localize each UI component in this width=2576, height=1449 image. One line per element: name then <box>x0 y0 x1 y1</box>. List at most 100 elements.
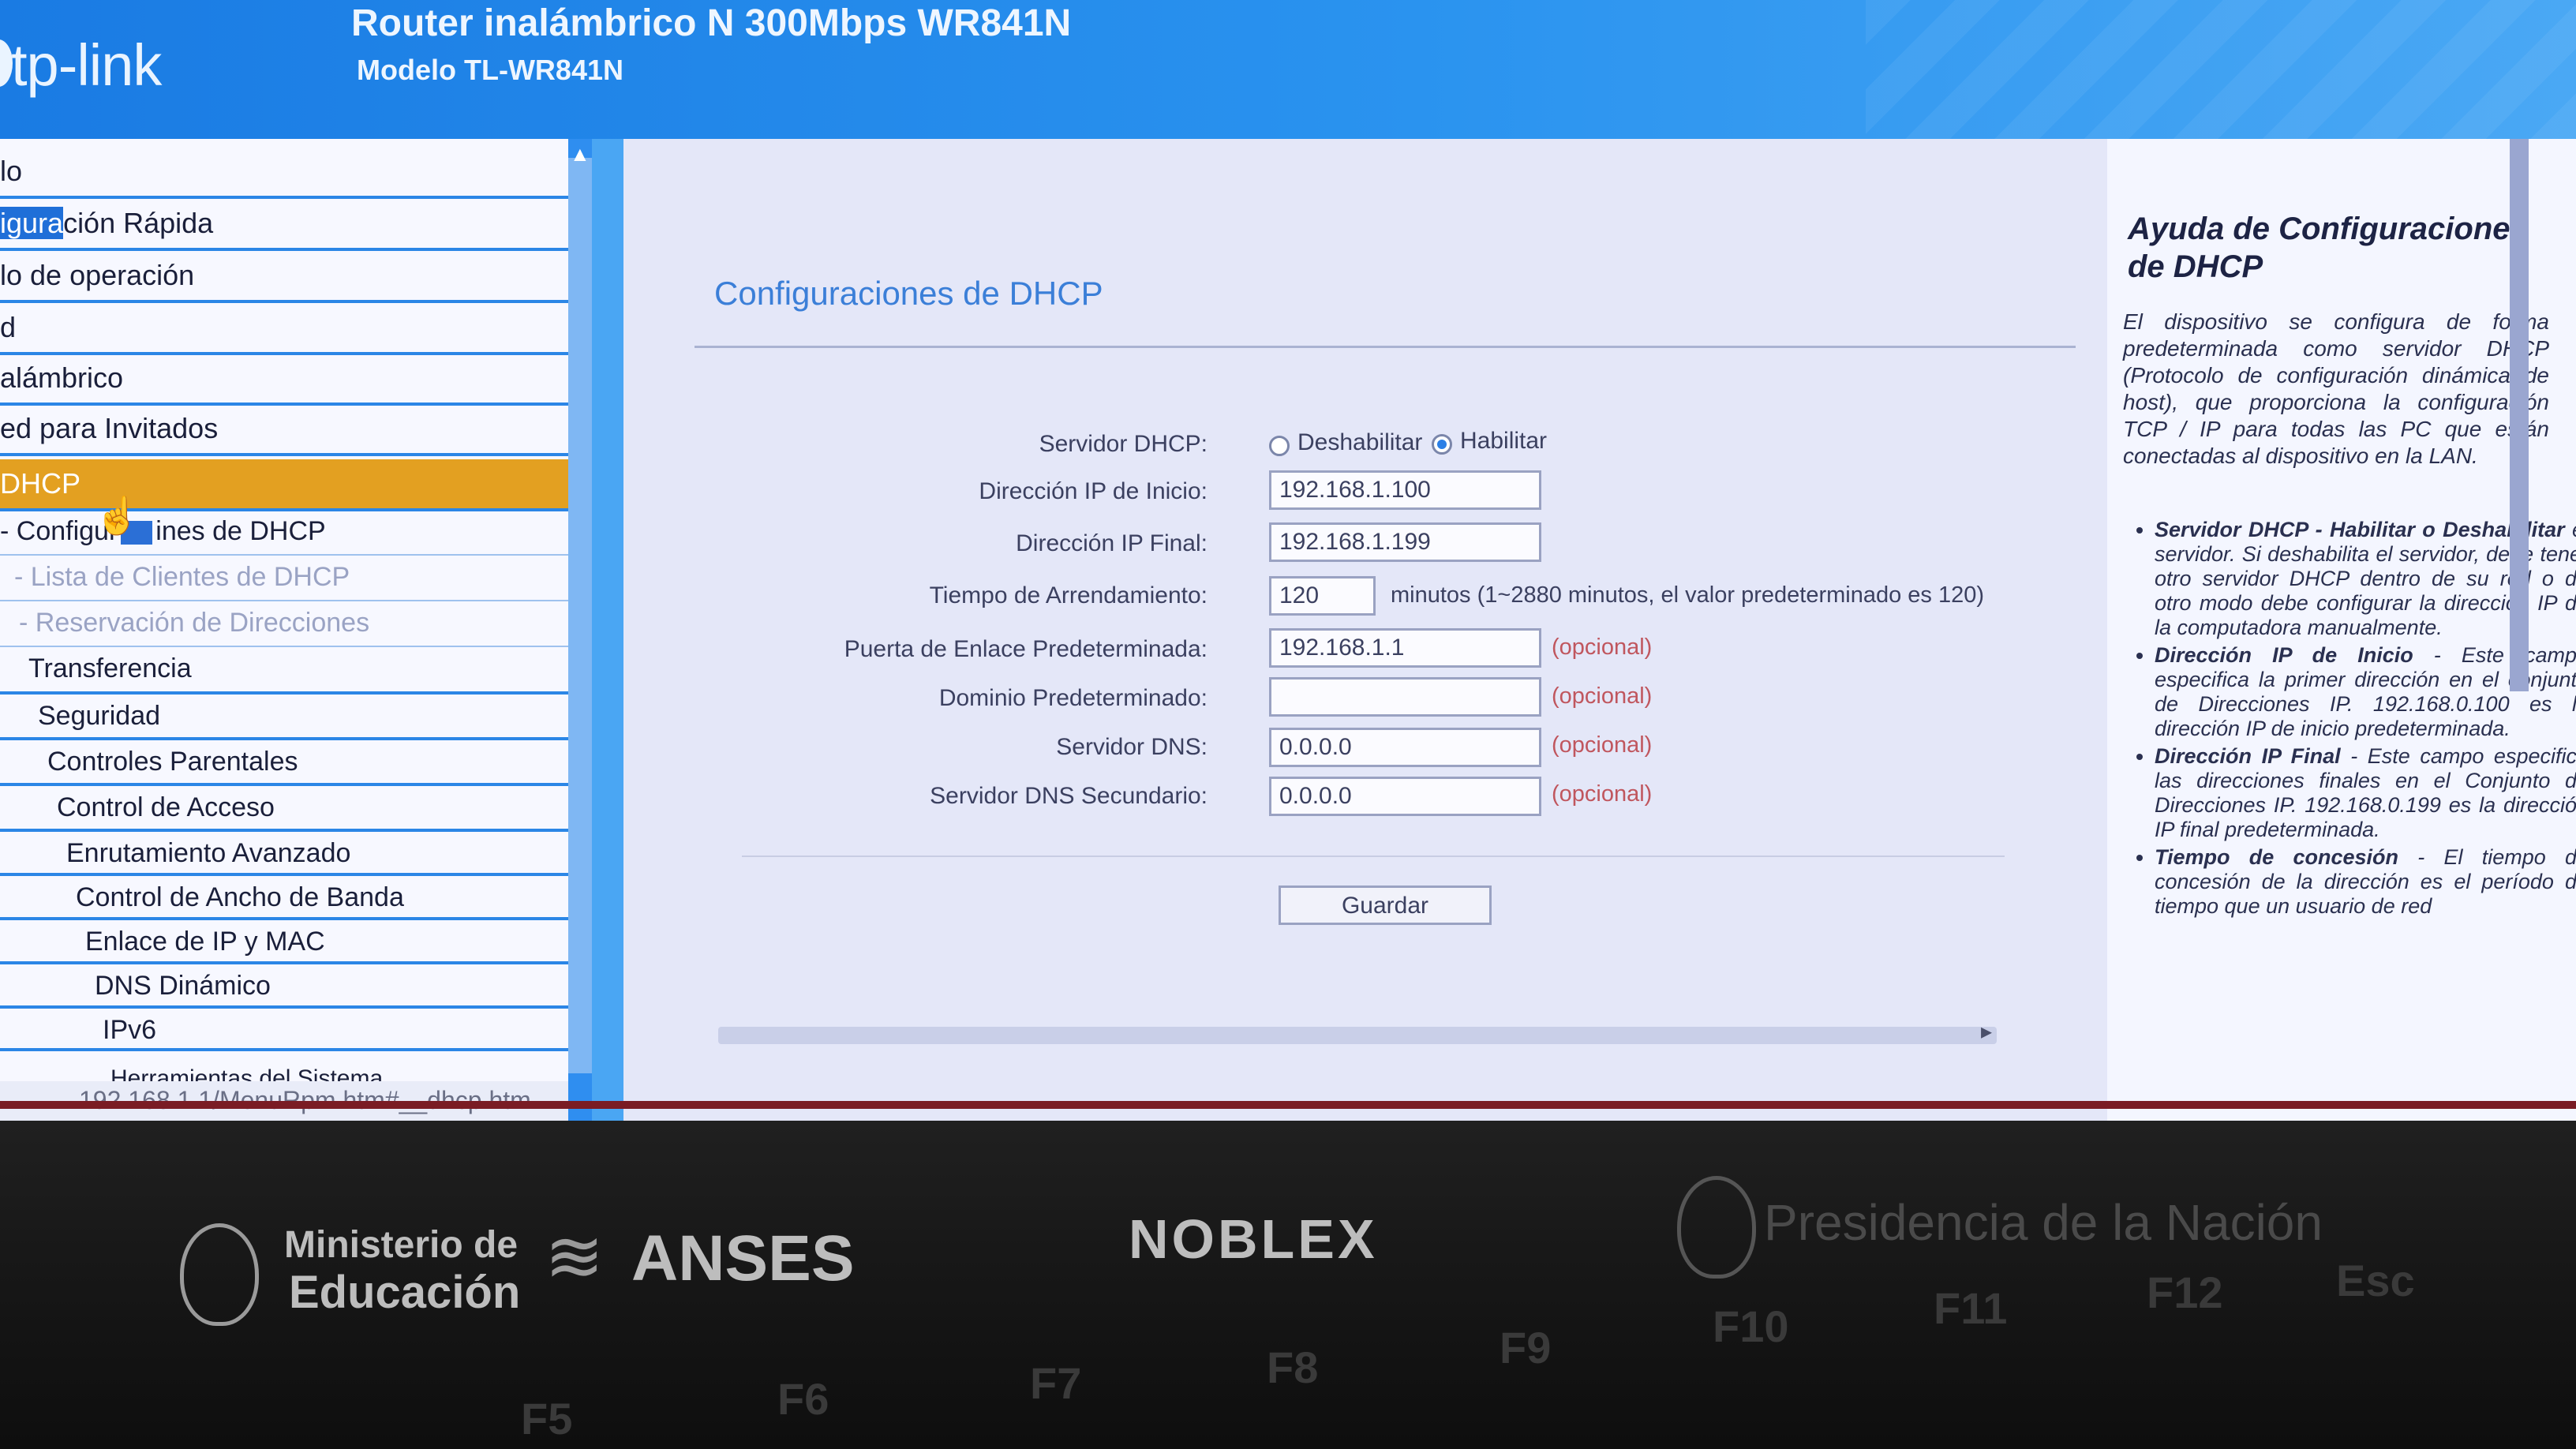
product-title: Router inalámbrico N 300Mbps WR841N <box>351 2 1072 44</box>
sidebar-item-label: iguración Rápida <box>0 207 213 240</box>
dns-optional-note: (opcional) <box>1552 732 1653 758</box>
help-term: Dirección IP Final <box>2155 744 2341 768</box>
anses-logo-text: ANSES <box>631 1222 855 1294</box>
sidebar-item-estado[interactable]: lo <box>0 147 568 199</box>
sidebar-item-control-acceso[interactable]: Control de Acceso <box>0 786 568 832</box>
lease-time-input[interactable] <box>1269 576 1376 616</box>
help-list-item: Dirección IP Final - Este campo especifi… <box>2155 744 2576 842</box>
sidebar-item-label: Controles Parentales <box>47 747 298 777</box>
save-button[interactable]: Guardar <box>1279 886 1492 925</box>
sidebar-item-label-end: ines de DHCP <box>155 516 326 546</box>
dns-secondary-optional-note: (opcional) <box>1552 781 1653 807</box>
sidebar-item-label: alámbrico <box>0 361 124 394</box>
domain-optional-note: (opcional) <box>1552 683 1653 709</box>
mouse-cursor-icon: ☝ <box>95 495 140 536</box>
tp-link-logo: tp-link <box>11 32 162 98</box>
sidebar-item-label-rest: ción Rápida <box>63 207 214 239</box>
sidebar-item-ancho-banda[interactable]: Control de Ancho de Banda <box>0 876 568 920</box>
scroll-right-arrow-icon[interactable]: ▸ <box>1981 1018 1992 1044</box>
ministerio-line1: Ministerio de <box>284 1224 519 1266</box>
start-ip-label: Dirección IP de Inicio: <box>979 478 1208 504</box>
start-ip-input[interactable] <box>1269 470 1541 510</box>
dhcp-enable-label: Habilitar <box>1460 428 1548 454</box>
sidebar-item-label: - Lista de Clientes de DHCP <box>14 562 350 592</box>
key-f12[interactable]: F12 <box>2147 1267 2223 1318</box>
sidebar-item-enlace-ip-mac[interactable]: Enlace de IP y MAC <box>0 920 568 964</box>
sidebar-subitem-lista-clientes[interactable]: - Lista de Clientes de DHCP <box>0 556 568 601</box>
sidebar-item-controles-parentales[interactable]: Controles Parentales <box>0 740 568 786</box>
sidebar-item-label: DHCP <box>0 467 81 500</box>
dhcp-server-label: Servidor DHCP: <box>1039 431 1208 457</box>
help-scrollbar[interactable] <box>2510 139 2529 691</box>
sidebar-item-configuracion-rapida[interactable]: iguración Rápida <box>0 199 568 251</box>
sidebar-subitem-reservacion[interactable]: - Reservación de Direcciones <box>0 601 568 647</box>
sidebar-item-label: DNS Dinámico <box>95 971 271 1001</box>
dns-secondary-label: Servidor DNS Secundario: <box>930 783 1208 809</box>
sidebar-subitem-configuraciones-dhcp[interactable]: - Configur ines de DHCP <box>0 510 568 556</box>
sidebar-item-transferencia[interactable]: Transferencia <box>0 647 568 695</box>
help-list-item: Tiempo de concesión - El tiempo de conce… <box>2155 845 2576 919</box>
key-f7[interactable]: F7 <box>1030 1357 1081 1409</box>
scroll-up-arrow-icon[interactable]: ▲ <box>570 142 590 167</box>
lease-time-label: Tiempo de Arrendamiento: <box>929 582 1208 608</box>
presidencia-seal-icon <box>1677 1176 1756 1279</box>
dhcp-disable-radio[interactable] <box>1269 436 1290 456</box>
sidebar-item-red[interactable]: d <box>0 303 568 355</box>
sidebar-item-label: lo de operación <box>0 259 195 291</box>
sidebar-item-label: Seguridad <box>38 701 161 731</box>
sidebar-item-inalambrico[interactable]: alámbrico <box>0 354 568 406</box>
help-term: Tiempo de concesión <box>2155 845 2399 869</box>
help-term: Servidor DHCP - Habilitar o Deshabilitar <box>2155 518 2565 541</box>
domain-label: Dominio Predeterminado: <box>938 685 1208 711</box>
gateway-optional-note: (opcional) <box>1552 635 1653 660</box>
sidebar-item-label: Enrutamiento Avanzado <box>66 838 351 868</box>
frame-divider <box>592 139 623 1121</box>
domain-input[interactable] <box>1269 677 1541 717</box>
key-f9[interactable]: F9 <box>1500 1322 1551 1373</box>
sidebar-item-dhcp[interactable]: DHCP <box>0 459 568 511</box>
sidebar-item-enrutamiento-avanzado[interactable]: Enrutamiento Avanzado <box>0 832 568 876</box>
dns-label: Servidor DNS: <box>1056 734 1208 760</box>
laptop-bezel: Ministerio de Educación ≋ ANSES NOBLEX P… <box>0 1121 2576 1449</box>
sidebar-item-label: ed para Invitados <box>0 412 219 444</box>
noblex-logo: NOBLEX <box>1129 1208 1378 1270</box>
end-ip-label: Dirección IP Final: <box>1016 530 1208 556</box>
presidencia-text: Presidencia de la Nación <box>1764 1194 2323 1251</box>
sidebar-item-label: - Configur ines de DHCP <box>0 516 326 547</box>
help-term: Dirección IP de Inicio <box>2155 643 2413 667</box>
sidebar-item-label: lo <box>0 155 23 187</box>
key-f11[interactable]: F11 <box>1934 1282 2007 1334</box>
sidebar-item-red-invitados[interactable]: ed para Invitados <box>0 404 568 456</box>
help-title: Ayuda de Configuraciones de DHCP <box>2128 212 2528 284</box>
main-content: Configuraciones de DHCP Servidor DHCP: D… <box>623 139 2107 1121</box>
key-f10[interactable]: F10 <box>1713 1301 1789 1352</box>
sidebar-item-label: Transferencia <box>28 653 192 683</box>
argentina-seal-icon <box>180 1223 259 1326</box>
horizontal-scrollbar[interactable] <box>718 1027 1997 1044</box>
help-list: Servidor DHCP - Habilitar o Deshabilitar… <box>2115 518 2576 922</box>
router-admin-screen: tp-link Router inalámbrico N 300Mbps WR8… <box>0 0 2576 1121</box>
gateway-input[interactable] <box>1269 628 1541 668</box>
sidebar-item-dns-dinamico[interactable]: DNS Dinámico <box>0 964 568 1009</box>
sidebar-item-label: d <box>0 311 17 343</box>
header-banner: tp-link Router inalámbrico N 300Mbps WR8… <box>0 0 2576 139</box>
key-esc[interactable]: Esc <box>2336 1255 2415 1306</box>
key-f8[interactable]: F8 <box>1267 1342 1318 1393</box>
sidebar-item-label: Control de Ancho de Banda <box>76 882 404 912</box>
key-f6[interactable]: F6 <box>777 1373 829 1425</box>
sidebar-item-modo-de-operacion[interactable]: lo de operación <box>0 251 568 303</box>
dhcp-enable-radio[interactable] <box>1432 434 1452 455</box>
dns-input[interactable] <box>1269 728 1541 767</box>
end-ip-input[interactable] <box>1269 522 1541 562</box>
sidebar-scrollbar-thumb[interactable] <box>568 158 592 1073</box>
lease-time-note: minutos (1~2880 minutos, el valor predet… <box>1391 582 1985 608</box>
sidebar-item-ipv6[interactable]: IPv6 <box>0 1009 568 1051</box>
sidebar-menu: lo iguración Rápida lo de operación d al… <box>0 139 568 1121</box>
screen-bottom-edge <box>0 1101 2576 1109</box>
key-f5[interactable]: F5 <box>521 1393 572 1444</box>
sidebar-item-seguridad[interactable]: Seguridad <box>0 695 568 740</box>
dns-secondary-input[interactable] <box>1269 777 1541 816</box>
dhcp-disable-label: Deshabilitar <box>1297 429 1423 455</box>
anses-logo-icon: ≋ <box>545 1218 605 1297</box>
ministerio-line2: Educación <box>289 1267 521 1318</box>
